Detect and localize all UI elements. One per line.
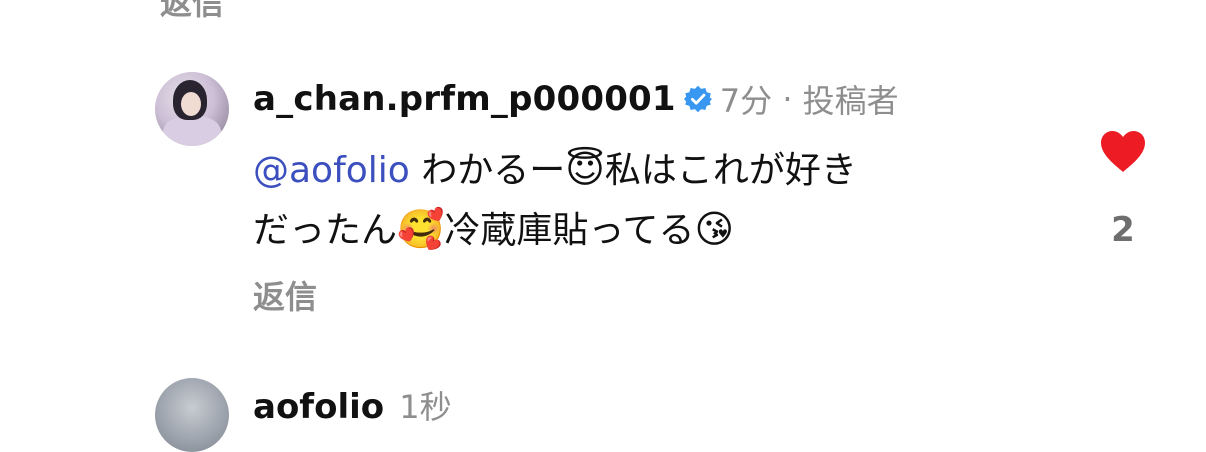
- comment-header: a_chan.prfm_p000001 7分 · 投稿者: [253, 76, 899, 122]
- username[interactable]: a_chan.prfm_p000001: [253, 79, 676, 119]
- like-count: 2: [1111, 210, 1135, 250]
- author-label: 投稿者: [802, 82, 899, 120]
- verified-badge-icon: [683, 85, 712, 113]
- kiss-face-emoji: 😘: [694, 207, 735, 251]
- reply-button[interactable]: 返信: [253, 272, 317, 318]
- avatar[interactable]: [155, 72, 229, 146]
- comment-text: @aofolio わかるー😇私はこれが好き だったん🥰冷蔵庫貼ってる😘: [253, 140, 1053, 260]
- heart-icon[interactable]: [1099, 130, 1147, 174]
- comment-time: 7分: [719, 82, 773, 120]
- previous-reply-button[interactable]: 返信: [160, 0, 224, 24]
- meta-separator: ·: [782, 80, 793, 118]
- comment-text-part: 冷蔵庫貼ってる: [444, 210, 695, 251]
- halo-face-emoji: 😇: [565, 147, 605, 191]
- comment-time: 1秒: [399, 388, 452, 426]
- comment-text-part: わかるー: [409, 150, 566, 191]
- avatar-dress: [163, 116, 221, 146]
- comment-header: aofolio 1秒: [253, 382, 452, 428]
- like-column: 2: [1096, 130, 1150, 250]
- hearts-face-emoji: 🥰: [397, 207, 445, 251]
- username[interactable]: aofolio: [253, 387, 384, 427]
- avatar-face: [181, 92, 201, 116]
- comment-text-part: 私はこれが好き: [604, 150, 857, 191]
- comment-text-part: だったん: [253, 210, 398, 251]
- mention-link[interactable]: @aofolio: [253, 150, 410, 191]
- avatar[interactable]: [155, 378, 229, 452]
